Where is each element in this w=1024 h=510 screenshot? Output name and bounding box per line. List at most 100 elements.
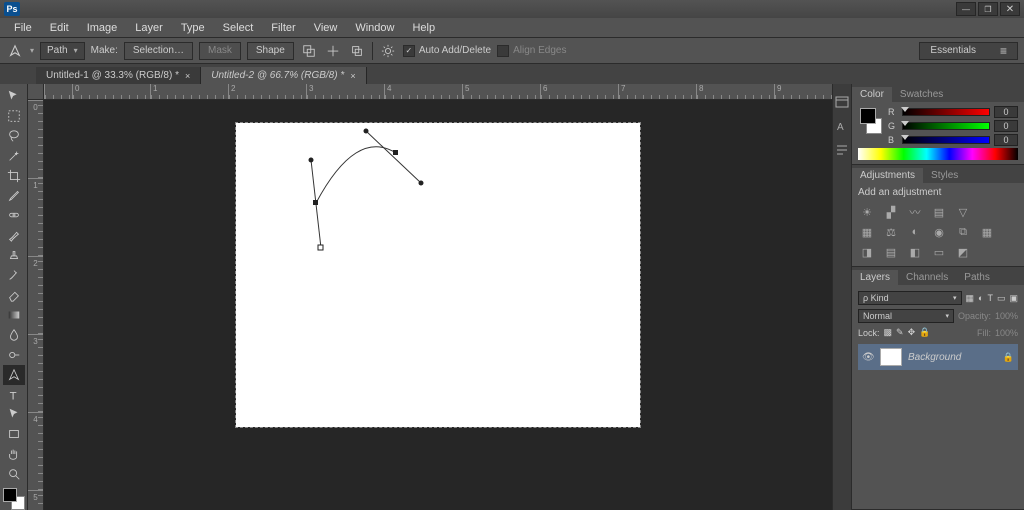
- tab-channels[interactable]: Channels: [898, 270, 956, 285]
- blend-mode-dropdown[interactable]: Normal: [858, 309, 954, 323]
- menu-window[interactable]: Window: [347, 20, 402, 36]
- gradient-map-icon[interactable]: ▭: [930, 244, 948, 260]
- minimize-button[interactable]: —: [956, 2, 976, 16]
- selective-color-icon[interactable]: ◩: [954, 244, 972, 260]
- hue-saturation-icon[interactable]: ▦: [858, 224, 876, 240]
- history-brush-tool[interactable]: [3, 265, 25, 285]
- menu-image[interactable]: Image: [79, 20, 126, 36]
- layer-name[interactable]: Background: [908, 352, 997, 363]
- visibility-toggle-icon[interactable]: 👁: [862, 352, 874, 363]
- r-slider[interactable]: [902, 108, 990, 116]
- foreground-color-swatch[interactable]: [3, 488, 17, 502]
- healing-brush-tool[interactable]: [3, 205, 25, 225]
- tab-styles[interactable]: Styles: [923, 168, 966, 183]
- layer-filter-dropdown[interactable]: ρ Kind: [858, 291, 962, 305]
- blur-tool[interactable]: [3, 325, 25, 345]
- eyedropper-tool[interactable]: [3, 186, 25, 206]
- tool-mode-dropdown[interactable]: Path: [40, 42, 85, 60]
- horizontal-ruler[interactable]: 0 1 2 3 4 5 6 7 8 9 10: [44, 84, 832, 100]
- path-arrange-icon[interactable]: [348, 42, 366, 60]
- align-edges-checkbox[interactable]: Align Edges: [497, 45, 566, 57]
- color-balance-icon[interactable]: ⚖: [882, 224, 900, 240]
- menu-help[interactable]: Help: [404, 20, 443, 36]
- lock-image-icon[interactable]: ✎: [896, 327, 904, 338]
- menu-select[interactable]: Select: [215, 20, 262, 36]
- menu-file[interactable]: File: [6, 20, 40, 36]
- lock-transparent-icon[interactable]: ▩: [884, 327, 893, 338]
- path-selection-tool[interactable]: [3, 405, 25, 425]
- color-lookup-icon[interactable]: ▦: [978, 224, 996, 240]
- close-window-button[interactable]: ✕: [1000, 2, 1020, 16]
- tab-paths[interactable]: Paths: [956, 270, 998, 285]
- paragraph-panel-icon[interactable]: [834, 142, 850, 158]
- tab-layers[interactable]: Layers: [852, 270, 898, 285]
- document-tab[interactable]: Untitled-1 @ 33.3% (RGB/8) * ×: [36, 67, 201, 84]
- vertical-ruler[interactable]: 0 1 2 3 4 5: [28, 100, 44, 510]
- hand-tool[interactable]: [3, 444, 25, 464]
- filter-smart-icon[interactable]: ▣: [1009, 293, 1018, 304]
- photo-filter-icon[interactable]: ◉: [930, 224, 948, 240]
- gradient-tool[interactable]: [3, 305, 25, 325]
- g-value[interactable]: 0: [994, 120, 1018, 132]
- tab-swatches[interactable]: Swatches: [892, 87, 951, 102]
- filter-pixel-icon[interactable]: ▦: [966, 293, 975, 304]
- opacity-value[interactable]: 100%: [995, 311, 1018, 321]
- path-operations-icon[interactable]: [300, 42, 318, 60]
- color-swatches[interactable]: [3, 488, 25, 510]
- vibrance-icon[interactable]: ▽: [954, 204, 972, 220]
- color-spectrum[interactable]: [858, 148, 1018, 160]
- levels-icon[interactable]: ▞: [882, 204, 900, 220]
- menu-view[interactable]: View: [306, 20, 346, 36]
- type-tool[interactable]: T: [3, 385, 25, 405]
- r-value[interactable]: 0: [994, 106, 1018, 118]
- close-tab-icon[interactable]: ×: [185, 71, 190, 81]
- gear-icon[interactable]: [379, 42, 397, 60]
- b-value[interactable]: 0: [994, 134, 1018, 146]
- rectangle-tool[interactable]: [3, 424, 25, 444]
- layer-thumbnail[interactable]: [880, 348, 902, 366]
- blackwhite-icon[interactable]: ◐: [906, 224, 924, 240]
- lasso-tool[interactable]: [3, 126, 25, 146]
- menu-edit[interactable]: Edit: [42, 20, 77, 36]
- move-tool[interactable]: [3, 86, 25, 106]
- shape-button[interactable]: Shape: [247, 42, 294, 60]
- document-tab-active[interactable]: Untitled-2 @ 66.7% (RGB/8) * ×: [201, 67, 366, 84]
- path-align-icon[interactable]: [324, 42, 342, 60]
- tab-adjustments[interactable]: Adjustments: [852, 168, 923, 183]
- invert-icon[interactable]: ◨: [858, 244, 876, 260]
- marquee-tool[interactable]: [3, 106, 25, 126]
- filter-shape-icon[interactable]: ▭: [997, 293, 1006, 304]
- lock-position-icon[interactable]: ✥: [908, 327, 916, 338]
- g-slider[interactable]: [902, 122, 990, 130]
- threshold-icon[interactable]: ◧: [906, 244, 924, 260]
- mask-button[interactable]: Mask: [199, 42, 241, 60]
- selection-button[interactable]: Selection…: [124, 42, 193, 60]
- fill-value[interactable]: 100%: [995, 328, 1018, 338]
- crop-tool[interactable]: [3, 166, 25, 186]
- color-swatch-pair[interactable]: [858, 106, 882, 134]
- curves-icon[interactable]: 〰: [906, 204, 924, 220]
- character-panel-icon[interactable]: A: [834, 118, 850, 134]
- zoom-tool[interactable]: [3, 464, 25, 484]
- b-slider[interactable]: [902, 136, 990, 144]
- menu-filter[interactable]: Filter: [263, 20, 303, 36]
- close-tab-icon[interactable]: ×: [350, 71, 355, 81]
- fg-swatch[interactable]: [860, 108, 876, 124]
- posterize-icon[interactable]: ▤: [882, 244, 900, 260]
- canvas-viewport[interactable]: [44, 100, 832, 510]
- pen-tool[interactable]: [3, 365, 25, 385]
- magic-wand-tool[interactable]: [3, 146, 25, 166]
- menu-layer[interactable]: Layer: [127, 20, 171, 36]
- canvas[interactable]: [236, 123, 640, 427]
- lock-all-icon[interactable]: 🔒: [919, 327, 930, 338]
- workspace-switcher[interactable]: Essentials: [919, 42, 1018, 60]
- auto-add-delete-checkbox[interactable]: ✓ Auto Add/Delete: [403, 45, 491, 57]
- clone-stamp-tool[interactable]: [3, 245, 25, 265]
- channel-mixer-icon[interactable]: ⧉: [954, 224, 972, 240]
- maximize-button[interactable]: ❐: [978, 2, 998, 16]
- history-panel-icon[interactable]: [834, 94, 850, 110]
- eraser-tool[interactable]: [3, 285, 25, 305]
- dodge-tool[interactable]: [3, 345, 25, 365]
- exposure-icon[interactable]: ▤: [930, 204, 948, 220]
- brightness-contrast-icon[interactable]: ☀: [858, 204, 876, 220]
